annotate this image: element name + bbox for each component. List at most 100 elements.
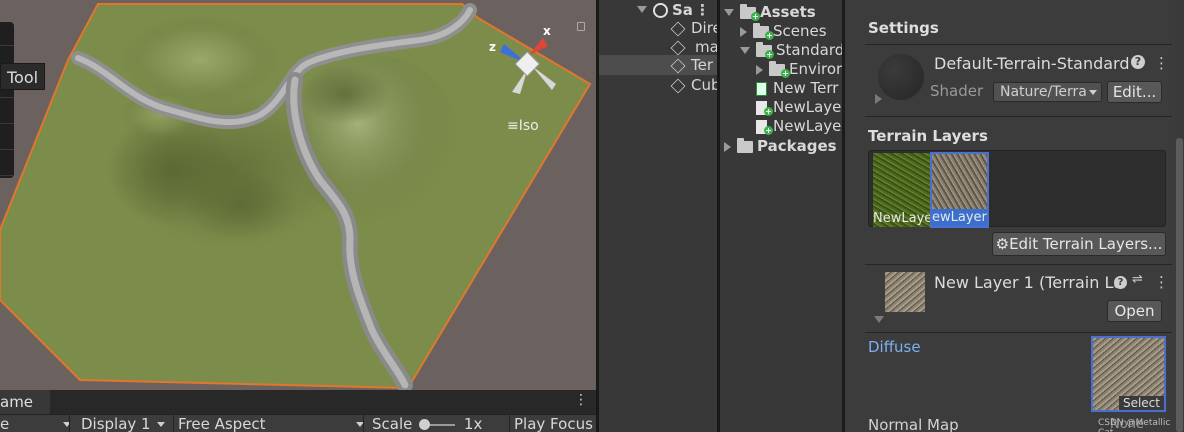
shader-value: Nature/Terra <box>1000 84 1087 100</box>
hierarchy-item-label: Cub <box>691 76 717 94</box>
material-preview[interactable] <box>878 54 924 100</box>
project-folder-packages[interactable]: Packages <box>724 137 837 156</box>
add-badge-icon: + <box>765 31 774 40</box>
display-dropdown[interactable]: Display 1 <box>70 414 174 432</box>
scale-control[interactable]: Scale 1x <box>364 414 510 432</box>
select-button[interactable]: Select <box>1118 396 1164 410</box>
gear-icon: ⚙ <box>995 235 1010 253</box>
help-icon[interactable]: ? <box>1131 55 1145 69</box>
hierarchy-item-label: Ter <box>691 56 714 74</box>
diffuse-label: Diffuse <box>868 338 921 356</box>
tool-tooltip: Tool <box>0 63 46 90</box>
shader-label: Shader <box>930 82 984 100</box>
normal-map-label: Normal Map <box>868 416 959 432</box>
project-folder-environment[interactable]: + Enviror <box>756 60 842 79</box>
project-panel[interactable]: + Assets + Scenes + Standard + Enviror New T… <box>720 0 842 432</box>
cube-icon <box>670 21 686 36</box>
kebab-menu-icon[interactable]: ⋮ <box>1154 273 1169 291</box>
aspect-value: Free Aspect <box>178 415 266 432</box>
lock-icon[interactable] <box>577 22 585 31</box>
diffuse-texture-field[interactable]: Select <box>1091 336 1166 412</box>
help-icon[interactable]: ? <box>1114 276 1127 289</box>
cube-icon <box>670 58 686 73</box>
cube-icon <box>670 40 686 55</box>
add-badge-icon: + <box>751 12 760 21</box>
terrain-layer-tile-selected[interactable]: ewLayer 1 <box>930 152 989 228</box>
add-badge-icon: + <box>781 69 790 78</box>
project-asset-terrain[interactable]: New Terr <box>756 79 838 98</box>
hierarchy-panel[interactable]: Sa ⋮ Dire ma Ter Cub <box>599 0 717 432</box>
scale-label: Scale <box>372 415 413 432</box>
project-folder-scenes[interactable]: + Scenes <box>740 22 827 41</box>
edit-terrain-layers-button[interactable]: ⚙Edit Terrain Layers... <box>992 232 1166 256</box>
hierarchy-item-label: Dire <box>691 19 717 37</box>
chevron-right-icon[interactable] <box>875 94 882 104</box>
kebab-menu-icon[interactable]: ⋮ <box>695 0 710 20</box>
project-asset-layer[interactable]: + NewLayer <box>756 98 842 117</box>
inspector-scrollbar-thumb[interactable] <box>1176 138 1183 432</box>
chevron-right-icon[interactable] <box>756 64 763 75</box>
divider <box>865 332 1172 333</box>
project-folder-standard[interactable]: + Standard <box>740 41 842 60</box>
settings-title: Settings <box>868 19 939 37</box>
play-focus-dropdown[interactable]: Play Focus <box>510 414 596 432</box>
scale-value: 1x <box>463 415 483 432</box>
terrain-layer-caption: ewLayer 1 <box>932 209 987 226</box>
hierarchy-item-selected[interactable]: Ter <box>599 55 717 75</box>
project-item-label: NewLayer <box>773 117 842 135</box>
project-folder-assets[interactable]: + Assets <box>724 3 816 22</box>
scale-slider[interactable] <box>419 418 456 430</box>
iso-label[interactable]: ≡Iso <box>507 118 539 134</box>
chevron-right-icon[interactable] <box>724 141 731 152</box>
scene-name: Sa <box>672 1 693 19</box>
project-item-label: Enviror <box>789 60 842 78</box>
game-mode-dropdown[interactable]: e <box>0 414 70 432</box>
chevron-down-icon[interactable] <box>637 6 647 13</box>
chevron-down-icon <box>63 422 69 427</box>
chevron-down-icon[interactable] <box>724 9 734 16</box>
add-badge-icon: + <box>764 126 773 135</box>
project-item-label: Scenes <box>773 22 827 40</box>
hierarchy-item[interactable]: ma <box>599 37 717 57</box>
project-asset-layer[interactable]: + NewLayer <box>756 117 842 136</box>
gizmo-z-label: z <box>489 40 496 54</box>
terrain-layers-title: Terrain Layers <box>868 127 988 145</box>
watermark: CSDN @Metallic Cat <box>1098 418 1171 432</box>
scene-header[interactable]: Sa ⋮ <box>599 0 717 20</box>
tab-game[interactable]: ame <box>0 390 50 414</box>
folder-icon <box>737 137 753 153</box>
kebab-menu-icon[interactable]: ⋮ <box>1154 54 1169 72</box>
project-item-label: Packages <box>757 137 837 155</box>
scale-slider-handle[interactable] <box>419 418 431 430</box>
shader-dropdown[interactable]: Nature/Terra <box>993 82 1102 102</box>
chevron-right-icon[interactable] <box>740 26 747 37</box>
display-value: Display 1 <box>81 415 151 432</box>
terrain-layer-tile[interactable]: NewLayer <box>873 153 930 227</box>
chevron-down-icon[interactable] <box>740 47 750 54</box>
game-mode-value: e <box>0 415 10 432</box>
settings-sliders-icon[interactable]: ⇌ <box>1132 272 1143 287</box>
project-item-label: NewLayer <box>773 98 842 116</box>
hierarchy-item[interactable]: Dire <box>599 18 717 38</box>
project-item-label: New Terr <box>773 79 839 97</box>
terrain-layer-caption: NewLayer <box>873 211 930 226</box>
unity-scene-icon <box>653 3 668 18</box>
layer-preview-thumbnail[interactable] <box>885 272 925 312</box>
add-badge-icon: + <box>765 50 774 59</box>
cube-icon <box>670 78 686 93</box>
terrain-render[interactable] <box>0 0 596 390</box>
scene-tool-strip[interactable] <box>0 22 14 178</box>
divider <box>865 44 1172 45</box>
chevron-down-icon <box>1088 89 1097 95</box>
edit-terrain-layers-label: Edit Terrain Layers... <box>1009 235 1163 253</box>
open-button[interactable]: Open <box>1107 300 1162 322</box>
scene-view[interactable]: Tool ≡Iso x z <box>0 0 596 390</box>
kebab-menu-icon[interactable]: ⋮ <box>574 392 588 408</box>
edit-shader-button[interactable]: Edit... <box>1107 81 1162 103</box>
layer-name: New Layer 1 (Terrain La <box>934 273 1118 292</box>
hierarchy-item[interactable]: Cub <box>599 75 717 95</box>
aspect-dropdown[interactable]: Free Aspect <box>174 414 364 432</box>
chevron-down-icon[interactable] <box>874 316 884 323</box>
terrain-asset-icon <box>756 81 767 96</box>
gizmo-x-label: x <box>543 24 551 38</box>
